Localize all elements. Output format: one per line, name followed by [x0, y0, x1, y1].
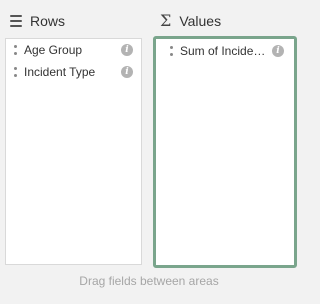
field-label: Sum of Incident Count	[180, 44, 272, 58]
info-icon[interactable]: i	[272, 45, 284, 57]
values-drop-area[interactable]: Sum of Incident Count i	[153, 36, 297, 268]
drag-hint: Drag fields between areas	[79, 274, 219, 288]
values-title: Values	[179, 13, 222, 29]
rows-field-incident-type[interactable]: Incident Type i	[6, 61, 141, 83]
info-icon[interactable]: i	[121, 44, 133, 56]
rows-title: Rows	[30, 13, 66, 29]
rows-field-age-group[interactable]: Age Group i	[6, 39, 141, 61]
drag-handle-icon[interactable]	[14, 45, 18, 55]
drag-handle-icon[interactable]	[170, 46, 174, 56]
field-label: Age Group	[24, 43, 83, 57]
info-icon[interactable]: i	[121, 66, 133, 78]
field-label: Incident Type	[24, 65, 96, 79]
rows-drop-area[interactable]: Age Group i Incident Type i	[5, 38, 142, 265]
drag-handle-icon[interactable]	[14, 67, 18, 77]
hamburger-icon	[10, 15, 22, 27]
rows-header: Rows	[10, 10, 65, 32]
sigma-icon: Σ	[160, 11, 172, 30]
values-field-sum-incident-count[interactable]: Sum of Incident Count i	[156, 40, 294, 62]
values-header: Σ Values	[160, 10, 221, 32]
